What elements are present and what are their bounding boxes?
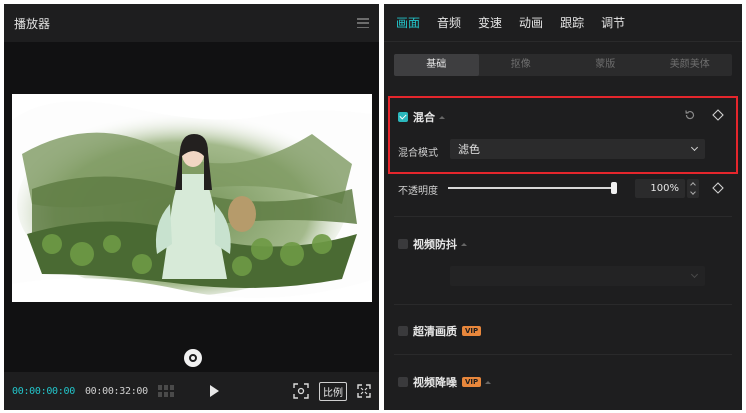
vip-badge: VIP bbox=[462, 377, 482, 387]
reset-icon[interactable] bbox=[684, 109, 696, 121]
mix-title: 混合 bbox=[413, 111, 435, 124]
tab-speed[interactable]: 变速 bbox=[478, 14, 502, 31]
hd-quality-header: 超清画质 VIP bbox=[398, 323, 482, 339]
denoise-header: 视频降噪 VIP bbox=[398, 374, 492, 390]
collapse-caret-icon[interactable] bbox=[485, 380, 492, 384]
divider bbox=[394, 304, 732, 305]
stabilize-level-select bbox=[450, 266, 705, 286]
total-time: 00:00:32:00 bbox=[84, 385, 148, 397]
fullscreen-icon[interactable] bbox=[357, 384, 371, 398]
video-frame[interactable] bbox=[12, 94, 372, 302]
stabilize-title: 视频防抖 bbox=[413, 238, 457, 251]
focus-frame-icon[interactable] bbox=[293, 383, 309, 399]
player-title: 播放器 bbox=[14, 16, 51, 31]
play-icon[interactable] bbox=[209, 385, 219, 397]
mix-mode-value: 滤色 bbox=[458, 143, 480, 156]
subtab-cutout[interactable]: 抠像 bbox=[479, 54, 564, 76]
player-panel: 播放器 00:00:00:00 00:00:32:00 比例 bbox=[4, 4, 379, 410]
hd-quality-title: 超清画质 bbox=[413, 325, 457, 338]
subtab-mask[interactable]: 蒙版 bbox=[563, 54, 648, 76]
record-button[interactable] bbox=[184, 349, 202, 367]
video-frame-image bbox=[12, 94, 372, 302]
denoise-checkbox[interactable] bbox=[398, 377, 408, 387]
mix-mode-label: 混合模式 bbox=[398, 148, 438, 159]
opacity-keyframe-diamond-icon[interactable] bbox=[712, 182, 724, 194]
tab-picture[interactable]: 画面 bbox=[396, 14, 420, 31]
collapse-caret-icon[interactable] bbox=[461, 242, 467, 246]
opacity-label: 不透明度 bbox=[398, 186, 438, 197]
divider bbox=[394, 216, 732, 217]
mix-header: 混合 bbox=[398, 109, 445, 125]
main-tabs: 画面 音频 变速 动画 跟踪 调节 bbox=[384, 4, 742, 42]
mix-mode-select[interactable]: 滤色 bbox=[450, 139, 705, 159]
player-header: 播放器 bbox=[4, 4, 379, 42]
properties-panel: 画面 音频 变速 动画 跟踪 调节 基础 抠像 蒙版 美颜美体 混合 混合模式 … bbox=[384, 4, 742, 410]
keyframe-diamond-icon[interactable] bbox=[712, 109, 724, 121]
opacity-stepper[interactable] bbox=[687, 179, 699, 198]
mix-checkbox[interactable] bbox=[398, 112, 408, 122]
opacity-slider-handle[interactable] bbox=[611, 182, 617, 194]
mix-section-highlight bbox=[388, 96, 738, 174]
stabilize-checkbox[interactable] bbox=[398, 239, 408, 249]
tab-animation[interactable]: 动画 bbox=[519, 14, 543, 31]
subtab-beauty[interactable]: 美颜美体 bbox=[648, 54, 733, 76]
denoise-title: 视频降噪 bbox=[413, 376, 457, 389]
player-controls: 00:00:00:00 00:00:32:00 比例 bbox=[4, 372, 379, 410]
current-time: 00:00:00:00 bbox=[12, 385, 75, 397]
hd-quality-checkbox[interactable] bbox=[398, 326, 408, 336]
timeline-grid-icon[interactable] bbox=[157, 385, 174, 397]
sub-tabs: 基础 抠像 蒙版 美颜美体 bbox=[394, 54, 732, 76]
opacity-input[interactable]: 100% bbox=[635, 179, 685, 198]
tab-tracking[interactable]: 跟踪 bbox=[560, 14, 584, 31]
stabilize-header: 视频防抖 bbox=[398, 236, 467, 252]
tab-adjust[interactable]: 调节 bbox=[601, 14, 625, 31]
divider bbox=[394, 354, 732, 355]
subtab-basic[interactable]: 基础 bbox=[394, 54, 479, 76]
vip-badge: VIP bbox=[462, 326, 482, 336]
opacity-slider-track[interactable] bbox=[448, 187, 614, 189]
collapse-caret-icon[interactable] bbox=[439, 115, 445, 119]
tab-audio[interactable]: 音频 bbox=[437, 14, 461, 31]
chevron-down-icon bbox=[690, 143, 699, 152]
video-viewport bbox=[4, 42, 379, 372]
chevron-down-icon bbox=[690, 270, 699, 279]
ratio-button[interactable]: 比例 bbox=[319, 381, 347, 401]
menu-icon[interactable] bbox=[357, 18, 369, 28]
